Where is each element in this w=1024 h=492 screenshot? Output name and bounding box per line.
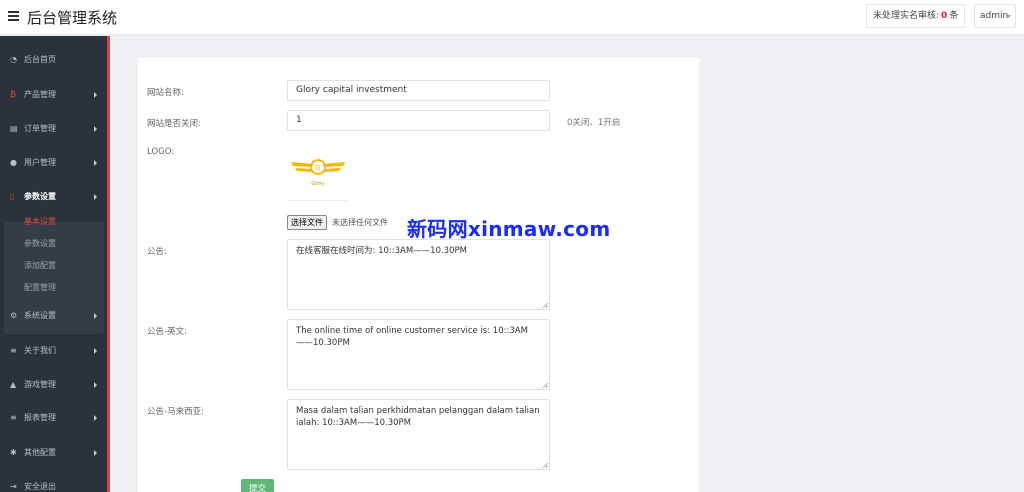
chevron-right-icon [94,313,97,319]
sidebar-subitem-add-config[interactable]: 添加配置 [24,260,56,271]
chevron-right-icon [94,126,97,132]
chevron-down-icon [1007,15,1011,18]
notice-my-label: 公告-马来西亚: [147,407,204,417]
logo-label: LOGO: [147,147,175,157]
pending-verification-badge[interactable]: 未处理实名审核: 0 条 [866,4,966,28]
sidebar-item-dashboard[interactable]: ◔ 后台首页 [0,49,107,71]
site-closed-hint: 0关闭、1开启 [567,118,621,128]
watermark-text: 新码网xinmaw.com [407,217,611,241]
admin-username: admin [980,11,1009,21]
bell-icon: ▲ [10,380,17,389]
sidebar-item-logout[interactable]: ⇥ 安全退出 [0,476,107,492]
user-icon: ● [10,158,17,167]
sidebar-subitem-basic[interactable]: 基本设置 [24,216,56,227]
sidebar-item-users[interactable]: ● 用户管理 [0,152,107,174]
sidebar-item-reports[interactable]: ≡ 报表管理 [0,407,107,429]
notice-en-textarea[interactable]: The online time of online customer servi… [287,319,550,390]
list-icon: ≡ [10,346,17,355]
order-icon: ▤ [10,124,18,133]
resize-grip-icon[interactable] [542,382,548,388]
chevron-right-icon [94,194,97,200]
bitcoin-icon: ₿ [10,90,16,99]
sidebar-item-label: 其他配置 [24,448,56,457]
sidebar-item-other-config[interactable]: ✱ 其他配置 [0,442,107,464]
list-icon: ≡ [10,413,17,422]
sidebar-subitem-params[interactable]: 参数设置 [24,238,56,249]
sidebar-item-label: 订单管理 [24,124,56,133]
glory-logo-icon: G Glory [291,159,345,187]
file-icon: ▯ [10,192,15,201]
chevron-right-icon [94,160,97,166]
no-file-selected-text: 未选择任何文件 [332,218,388,227]
resize-grip-icon[interactable] [542,462,548,468]
logo-image: G Glory [287,151,349,201]
pending-unit: 条 [949,11,959,21]
notice-my-text: Masa dalam talian perkhidmatan pelanggan… [296,406,540,428]
chevron-right-icon [94,415,97,421]
choose-file-button[interactable]: 选择文件 [287,215,327,230]
sidebar-subitem-config-manage[interactable]: 配置管理 [24,282,56,293]
sidebar-item-label: 安全退出 [24,482,56,491]
chevron-right-icon [94,450,97,456]
pending-count: 0 [941,11,948,21]
gears-icon: ⚙ [10,311,18,320]
app-title: 后台管理系统 [27,9,118,27]
sidebar-item-label: 游戏管理 [24,380,56,389]
svg-text:Glory: Glory [311,181,324,187]
notice-textarea[interactable]: 在线客服在线时间为: 10::3AM——10.30PM [287,239,550,310]
submit-button[interactable]: 提交 [241,479,274,492]
menu-toggle-icon[interactable] [8,11,19,21]
admin-user-dropdown[interactable]: admin [974,4,1016,28]
notice-en-text: The online time of online customer servi… [296,326,528,348]
pending-label: 未处理实名审核: [873,11,940,21]
sidebar-item-label: 报表管理 [24,413,56,422]
sidebar-item-label: 后台首页 [24,55,56,64]
chevron-right-icon [94,348,97,354]
sidebar-item-system[interactable]: ⚙ 系统设置 [0,305,107,327]
chevron-right-icon [94,92,97,98]
sidebar-item-label: 用户管理 [24,158,56,167]
sidebar: ◔ 后台首页 ₿ 产品管理 ▤ 订单管理 ● 用户管理 ▯ 参数设置 基本设置 … [0,36,110,492]
sidebar-item-orders[interactable]: ▤ 订单管理 [0,118,107,140]
sidebar-item-about[interactable]: ≡ 关于我们 [0,340,107,362]
svg-text:G: G [315,164,320,172]
sidebar-item-params[interactable]: ▯ 参数设置 [0,186,107,208]
logout-icon: ⇥ [10,482,17,491]
sidebar-item-label: 参数设置 [24,192,56,201]
gear-icon: ✱ [10,448,17,457]
notice-en-label: 公告-英文: [147,327,187,337]
dashboard-icon: ◔ [10,55,17,64]
resize-grip-icon[interactable] [542,302,548,308]
site-closed-input[interactable]: 1 [287,110,550,131]
site-name-label: 网站名称: [147,88,184,98]
sidebar-item-games[interactable]: ▲ 游戏管理 [0,374,107,396]
sidebar-item-products[interactable]: ₿ 产品管理 [0,84,107,106]
sidebar-item-label: 产品管理 [24,90,56,99]
notice-text: 在线客服在线时间为: 10::3AM——10.30PM [296,246,467,256]
notice-my-textarea[interactable]: Masa dalam talian perkhidmatan pelanggan… [287,399,550,470]
notice-label: 公告: [147,247,167,257]
chevron-right-icon [94,382,97,388]
sidebar-item-label: 关于我们 [24,346,56,355]
top-header: 后台管理系统 未处理实名审核: 0 条 admin [0,0,1024,35]
sidebar-item-label: 系统设置 [24,311,56,320]
site-name-input[interactable]: Glory capital investment [287,80,550,101]
site-closed-label: 网站是否关闭: [147,119,201,129]
